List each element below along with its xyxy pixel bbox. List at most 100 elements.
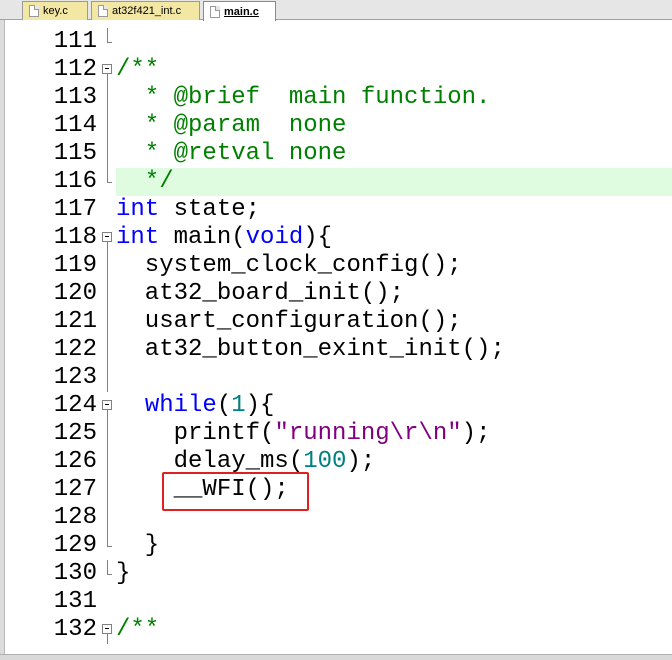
- line-number: 115: [53, 140, 97, 167]
- code-line[interactable]: 118 int main(void){: [5, 224, 672, 252]
- code-line[interactable]: 132 /**: [5, 616, 672, 644]
- fold-guide: [101, 420, 115, 448]
- c-file-icon: [210, 5, 220, 18]
- code-text[interactable]: /**: [116, 616, 159, 644]
- code-token: * @brief main function.: [116, 84, 491, 111]
- fold-guide: [101, 280, 115, 308]
- line-number: 114: [53, 112, 97, 139]
- code-token: * @param none: [116, 112, 347, 139]
- code-text[interactable]: * @retval none: [116, 140, 347, 168]
- code-text[interactable]: }: [116, 560, 130, 588]
- line-number: 126: [53, 448, 97, 475]
- code-token: int: [116, 224, 160, 251]
- fold-guide: [101, 196, 115, 224]
- line-number: 116: [53, 168, 97, 195]
- code-token: int: [116, 196, 160, 223]
- line-number: 119: [53, 252, 97, 279]
- code-text[interactable]: while(1){: [116, 392, 275, 420]
- code-token: "running\r\n": [274, 420, 462, 447]
- code-line[interactable]: 129 }: [5, 532, 672, 560]
- tab-at32f421-int-c[interactable]: at32f421_int.c: [91, 1, 200, 20]
- code-text[interactable]: usart_configuration();: [116, 308, 462, 336]
- code-text[interactable]: * @brief main function.: [116, 84, 491, 112]
- code-text[interactable]: printf("running\r\n");: [116, 420, 491, 448]
- code-token: state;: [159, 196, 261, 223]
- code-token: * @retval none: [116, 140, 347, 167]
- fold-guide: [101, 84, 115, 112]
- tab-label: key.c: [43, 5, 68, 17]
- fold-guide: [101, 252, 115, 280]
- horizontal-scrollbar[interactable]: [0, 654, 672, 660]
- code-line[interactable]: 111: [5, 28, 672, 56]
- code-line[interactable]: 120 at32_board_init();: [5, 280, 672, 308]
- line-number: 120: [53, 280, 97, 307]
- fold-guide: [101, 476, 115, 504]
- code-line[interactable]: 123: [5, 364, 672, 392]
- code-line[interactable]: 130}: [5, 560, 672, 588]
- code-line[interactable]: 124 while(1){: [5, 392, 672, 420]
- fold-guide: [101, 448, 115, 476]
- tab-label: at32f421_int.c: [112, 5, 182, 17]
- fold-guide: [101, 112, 115, 140]
- code-line[interactable]: 127 __WFI();: [5, 476, 672, 504]
- code-line[interactable]: 121 usart_configuration();: [5, 308, 672, 336]
- code-line[interactable]: 119 system_clock_config();: [5, 252, 672, 280]
- code-text[interactable]: }: [116, 532, 159, 560]
- tab-key-c[interactable]: key.c: [22, 1, 88, 20]
- tab-label: main.c: [224, 5, 259, 18]
- code-token: system_clock_config();: [116, 252, 462, 279]
- fold-collapse-icon[interactable]: [101, 56, 115, 84]
- code-text[interactable]: at32_button_exint_init();: [116, 336, 505, 364]
- line-number: 130: [53, 560, 97, 587]
- code-line[interactable]: 116 */: [5, 168, 672, 196]
- code-line[interactable]: 112 /**: [5, 56, 672, 84]
- code-text[interactable]: int state;: [116, 196, 260, 224]
- code-line[interactable]: 115 * @retval none: [5, 140, 672, 168]
- line-number: 127: [53, 476, 97, 503]
- fold-collapse-icon[interactable]: [101, 616, 115, 644]
- code-token: );: [346, 448, 376, 475]
- c-file-icon: [29, 5, 39, 17]
- code-line[interactable]: 117 int state;: [5, 196, 672, 224]
- code-editor[interactable]: 111 112/** 113 * @brief main function. 114 …: [0, 20, 672, 654]
- code-text[interactable]: int main(void){: [116, 224, 332, 252]
- line-number: 118: [53, 224, 97, 251]
- fold-guide: [101, 364, 115, 392]
- c-file-icon: [98, 5, 108, 17]
- current-line-highlight: [116, 168, 672, 196]
- code-text[interactable]: * @param none: [116, 112, 347, 140]
- code-line[interactable]: 122 at32_button_exint_init();: [5, 336, 672, 364]
- line-number: 132: [53, 616, 97, 643]
- code-token: }: [116, 560, 131, 587]
- file-tab-bar: key.c at32f421_int.c main.c: [0, 0, 672, 21]
- tab-main-c[interactable]: main.c: [203, 1, 276, 21]
- code-line[interactable]: 131: [5, 588, 672, 616]
- line-number: 129: [53, 532, 97, 559]
- code-line[interactable]: 125 printf("running\r\n");: [5, 420, 672, 448]
- code-text[interactable]: /**: [116, 56, 159, 84]
- line-number: 123: [53, 364, 97, 391]
- code-text[interactable]: system_clock_config();: [116, 252, 462, 280]
- line-number: 113: [53, 84, 97, 111]
- line-number: 128: [53, 504, 97, 531]
- code-token: void: [245, 224, 304, 251]
- code-text[interactable]: */: [116, 168, 174, 196]
- code-line[interactable]: 114 * @param none: [5, 112, 672, 140]
- fold-collapse-icon[interactable]: [101, 224, 115, 252]
- line-number: 122: [53, 336, 97, 363]
- fold-guide: [101, 504, 115, 532]
- fold-guide: [101, 28, 115, 56]
- code-line[interactable]: 128: [5, 504, 672, 532]
- fold-guide: [101, 532, 115, 560]
- code-token: at32_board_init();: [116, 280, 405, 307]
- code-token: ){: [303, 224, 333, 251]
- code-text[interactable]: at32_board_init();: [116, 280, 404, 308]
- code-token: /**: [116, 616, 160, 643]
- code-token: while: [144, 392, 217, 419]
- line-number: 117: [53, 196, 97, 223]
- code-line[interactable]: 113 * @brief main function.: [5, 84, 672, 112]
- code-line[interactable]: 126 delay_ms(100);: [5, 448, 672, 476]
- fold-guide: [101, 560, 115, 588]
- fold-collapse-icon[interactable]: [101, 392, 115, 420]
